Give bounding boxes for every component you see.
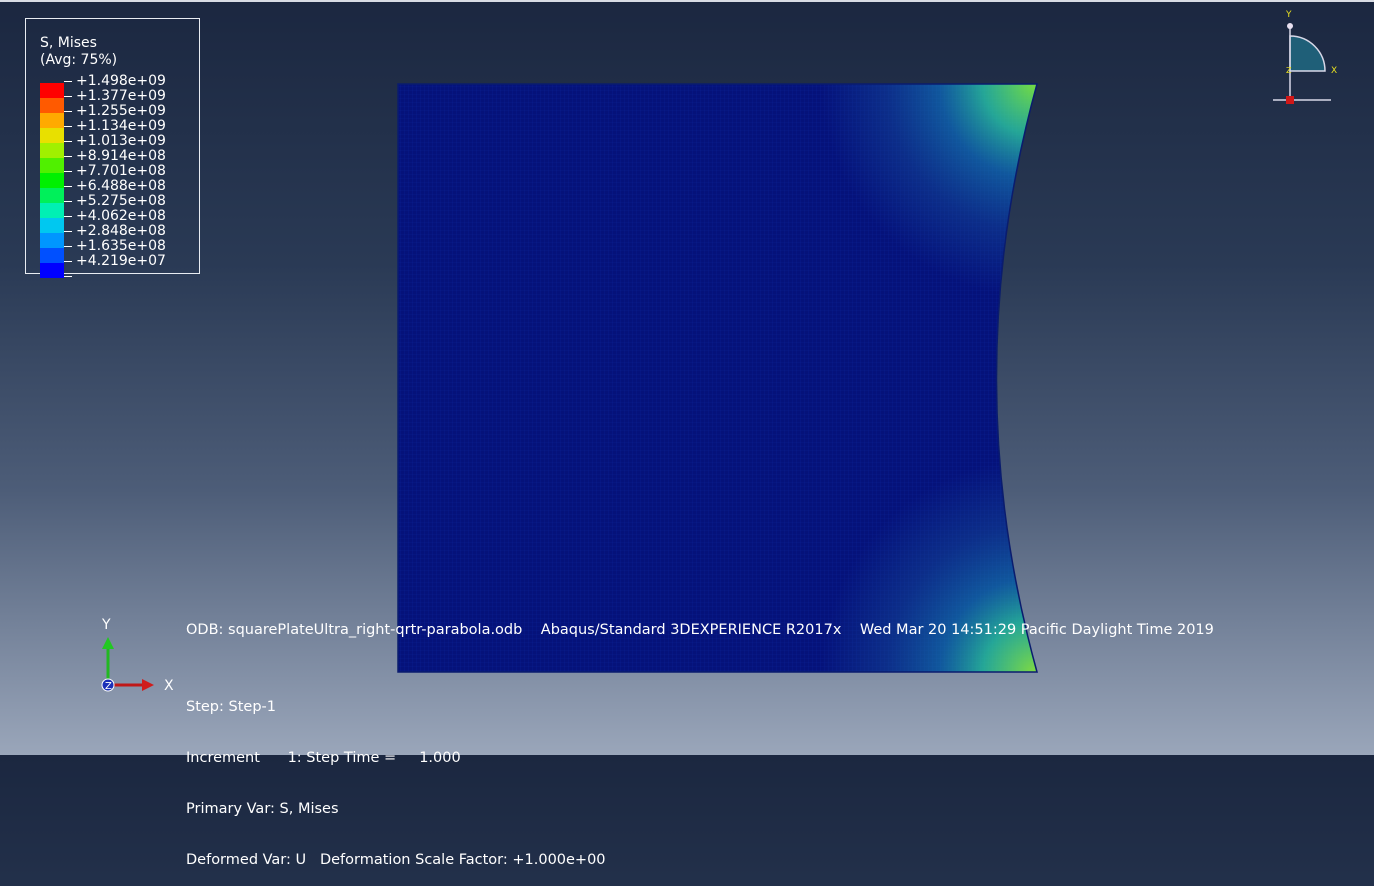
legend-value-row: +4.062e+08 — [64, 209, 166, 224]
legend-value-row: +1.377e+09 — [64, 89, 166, 104]
global-axis-triad: Z Y X — [101, 617, 174, 694]
legend-value-row: +2.848e+08 — [64, 224, 166, 239]
legend-swatch — [40, 188, 64, 203]
legend-value-row: +8.914e+08 — [64, 149, 166, 164]
legend-swatch — [40, 98, 64, 113]
fe-mesh-plate[interactable] — [396, 82, 1038, 674]
triad-z-label: Z — [105, 681, 112, 692]
legend-value-row: +7.701e+08 — [64, 164, 166, 179]
legend-swatch — [40, 233, 64, 248]
legend-value-row: +4.219e+07 — [64, 269, 166, 284]
legend-value-row: +1.255e+09 — [64, 104, 166, 119]
legend-values: +1.498e+09 +1.377e+09 +1.255e+09 +1.134e… — [64, 74, 166, 284]
legend-swatch — [40, 83, 64, 98]
compass-z-label: Z — [1286, 66, 1292, 75]
window-top-border — [0, 0, 1374, 2]
step-label: Step: Step-1 — [186, 699, 276, 715]
legend-value-row: +5.275e+08 — [64, 194, 166, 209]
legend-swatch — [40, 143, 64, 158]
legend-swatch — [40, 128, 64, 143]
legend-value-row: +1.013e+09 — [64, 134, 166, 149]
legend-value-row: +6.488e+08 — [64, 179, 166, 194]
legend-swatch — [40, 218, 64, 233]
legend-variable: S, Mises — [40, 35, 97, 51]
legend-value-row: +1.498e+09 — [64, 74, 166, 89]
legend-value-row: +1.134e+09 — [64, 119, 166, 134]
legend-swatch — [40, 203, 64, 218]
legend-title: S, Mises (Avg: 75%) — [40, 35, 117, 69]
legend-value-row: +4.219e+07 — [64, 254, 166, 269]
primary-var-label: Primary Var: S, Mises — [186, 801, 339, 817]
legend-value-row: +1.635e+08 — [64, 239, 166, 254]
deformed-var-label: Deformed Var: U Deformation Scale Factor… — [186, 852, 606, 868]
step-info-block: Step: Step-1 Increment 1: Step Time = 1.… — [186, 665, 606, 886]
triad-x-label: X — [164, 678, 174, 694]
view-compass[interactable]: Y X Z — [1265, 6, 1345, 106]
contour-legend: S, Mises (Avg: 75%) +1.498e+09 +1.377e+0… — [25, 18, 200, 278]
legend-swatch — [40, 173, 64, 188]
legend-color-bar — [40, 83, 64, 278]
increment-label: Increment 1: Step Time = 1.000 — [186, 750, 461, 766]
compass-x-label: X — [1331, 66, 1337, 76]
legend-swatch — [40, 158, 64, 173]
triad-y-label: Y — [101, 617, 111, 633]
compass-y-label: Y — [1285, 10, 1292, 20]
legend-swatch — [40, 263, 64, 278]
odb-info-line: ODB: squarePlateUltra_right-qrtr-parabol… — [186, 622, 1214, 638]
legend-swatch — [40, 113, 64, 128]
legend-averaging: (Avg: 75%) — [40, 52, 118, 68]
legend-swatch — [40, 248, 64, 263]
